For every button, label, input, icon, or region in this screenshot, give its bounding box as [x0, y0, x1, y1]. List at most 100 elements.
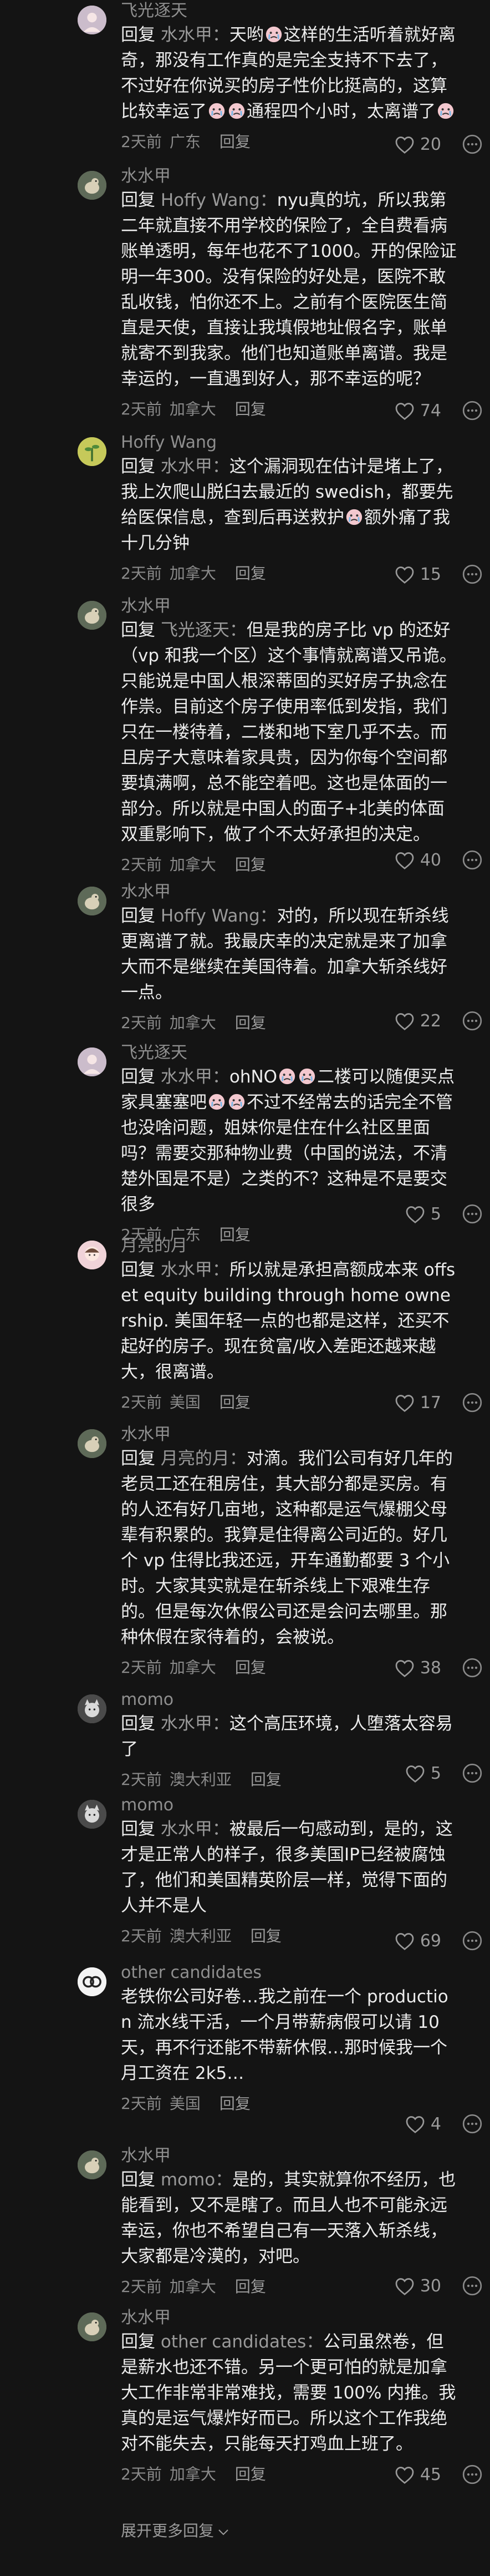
reply-button[interactable]: 回复: [235, 2462, 266, 2484]
comment-location: 广东: [169, 133, 201, 151]
more-options-icon[interactable]: [461, 563, 483, 585]
more-options-icon[interactable]: [461, 1203, 483, 1225]
username[interactable]: 水水甲: [121, 165, 457, 188]
more-options-icon[interactable]: [461, 399, 483, 422]
like-button[interactable]: 45: [395, 2465, 441, 2484]
reply-button[interactable]: 回复: [251, 1924, 282, 1946]
avatar[interactable]: [78, 6, 106, 34]
comment-item: Hoffy Wang 回复 水水甲：这个漏洞现在估计是堵上了，我上次爬山脱臼去最近…: [0, 432, 490, 595]
avatar[interactable]: [78, 171, 106, 200]
avatar[interactable]: [78, 601, 106, 630]
like-button[interactable]: 74: [395, 401, 441, 421]
more-options-icon[interactable]: [461, 2113, 483, 2135]
reply-target[interactable]: 水水甲：: [161, 457, 229, 477]
reply-target[interactable]: 月亮的月：: [161, 1449, 247, 1469]
username[interactable]: 水水甲: [121, 2145, 457, 2167]
comment-item: momo 回复 水水甲：这个高压环境，人堕落太容易了 2天前 澳大利亚 回复 5: [0, 1689, 490, 1794]
like-button[interactable]: 38: [395, 1658, 441, 1678]
comment-location: 加拿大: [169, 2278, 216, 2296]
more-options-icon[interactable]: [461, 1930, 483, 1952]
avatar[interactable]: [78, 1241, 106, 1269]
reply-button[interactable]: 回复: [220, 130, 251, 152]
like-button[interactable]: 20: [395, 135, 441, 154]
more-options-icon[interactable]: [461, 849, 483, 871]
crying-emoji-icon: [228, 103, 245, 119]
reply-button[interactable]: 回复: [235, 853, 266, 875]
comment-text: 回复 水水甲：这个高压环境，人堕落太容易了: [121, 1711, 457, 1762]
like-button[interactable]: 5: [405, 1764, 441, 1783]
reply-target[interactable]: momo：: [161, 2170, 232, 2190]
reply-target[interactable]: 水水甲：: [161, 25, 229, 45]
comment-item: 水水甲 回复 momo：是的，其实就算你不经历，也能看到，又不是瞎了。而且人也不可…: [0, 2145, 490, 2307]
crying-emoji-icon: [208, 103, 225, 119]
username[interactable]: Hoffy Wang: [121, 432, 457, 454]
comment-item: 水水甲 回复 月亮的月：对滴。我们公司有好几年的老员工还在租房住，其大部分都是买房…: [0, 1424, 490, 1689]
like-count: 74: [420, 401, 441, 421]
like-button[interactable]: 15: [395, 565, 441, 584]
username[interactable]: 月亮的月: [121, 1235, 457, 1257]
avatar[interactable]: [78, 2150, 106, 2179]
avatar[interactable]: [78, 437, 106, 466]
username[interactable]: 水水甲: [121, 595, 457, 618]
expand-more-replies[interactable]: 展开更多回复: [121, 2519, 229, 2541]
heart-icon: [405, 2115, 431, 2134]
more-options-icon[interactable]: [461, 2275, 483, 2297]
username[interactable]: momo: [121, 1689, 457, 1711]
reply-label: 回复: [121, 1819, 161, 1839]
avatar[interactable]: [78, 1047, 106, 1076]
heart-icon: [395, 1394, 420, 1413]
reply-button[interactable]: 回复: [235, 397, 266, 419]
reply-target[interactable]: 水水甲：: [161, 1067, 229, 1087]
reply-target[interactable]: 飞光逐天：: [161, 620, 247, 640]
username[interactable]: 飞光逐天: [121, 1042, 457, 1064]
crying-emoji-icon: [208, 1094, 225, 1110]
avatar[interactable]: [78, 1967, 106, 1996]
reply-target[interactable]: Hoffy Wang：: [161, 906, 277, 926]
like-count: 20: [420, 135, 441, 154]
comment-location: 澳大利亚: [169, 1927, 232, 1945]
reply-target[interactable]: 水水甲：: [161, 1819, 229, 1839]
avatar[interactable]: [78, 1694, 106, 1723]
like-count: 69: [420, 1931, 441, 1951]
username[interactable]: other candidates: [121, 1962, 457, 1984]
avatar[interactable]: [78, 887, 106, 915]
more-options-icon[interactable]: [461, 1657, 483, 1679]
reply-target[interactable]: other candidates：: [161, 2332, 323, 2352]
username[interactable]: 飞光逐天: [121, 0, 457, 22]
comment-text: 回复 Hoffy Wang：对的，所以现在斩杀线更离谱了就。我最庆幸的决定就是来…: [121, 903, 457, 1005]
reply-target[interactable]: Hoffy Wang：: [161, 190, 277, 210]
reply-button[interactable]: 回复: [235, 1656, 266, 1678]
reply-target[interactable]: 水水甲：: [161, 1714, 229, 1734]
more-options-icon[interactable]: [461, 1391, 483, 1414]
avatar[interactable]: [78, 1429, 106, 1458]
username[interactable]: 水水甲: [121, 881, 457, 903]
avatar[interactable]: [78, 2312, 106, 2341]
like-button[interactable]: 69: [395, 1931, 441, 1951]
more-options-icon[interactable]: [461, 133, 483, 155]
like-count: 30: [420, 2276, 441, 2296]
comment-item: 水水甲 回复 other candidates：公司虽然卷，但是薪水也还不错。另一…: [0, 2307, 490, 2496]
more-options-icon[interactable]: [461, 1762, 483, 1784]
username[interactable]: 水水甲: [121, 2307, 457, 2329]
reply-button[interactable]: 回复: [235, 561, 266, 584]
heart-icon: [405, 1205, 431, 1224]
username[interactable]: 水水甲: [121, 1424, 457, 1446]
like-button[interactable]: 22: [395, 1011, 441, 1031]
avatar[interactable]: [78, 1800, 106, 1829]
reply-label: 回复: [121, 1714, 161, 1734]
more-options-icon[interactable]: [461, 2463, 483, 2486]
reply-button[interactable]: 回复: [235, 1011, 266, 1033]
comment-body: ohNO 二楼可以随便买点家具塞塞吧 不过不经常去的话完全不管也没啥问题，姐妹你是住…: [121, 1067, 455, 1214]
reply-button[interactable]: 回复: [251, 1768, 282, 1790]
reply-button[interactable]: 回复: [220, 2092, 251, 2114]
like-button[interactable]: 30: [395, 2276, 441, 2296]
more-options-icon[interactable]: [461, 1010, 483, 1032]
like-button[interactable]: 40: [395, 851, 441, 870]
reply-button[interactable]: 回复: [235, 2275, 266, 2297]
reply-target[interactable]: 水水甲：: [161, 1260, 229, 1280]
like-button[interactable]: 5: [405, 1205, 441, 1224]
like-button[interactable]: 4: [405, 2114, 441, 2134]
username[interactable]: momo: [121, 1794, 457, 1816]
like-button[interactable]: 17: [395, 1393, 441, 1413]
reply-button[interactable]: 回复: [220, 1390, 251, 1413]
